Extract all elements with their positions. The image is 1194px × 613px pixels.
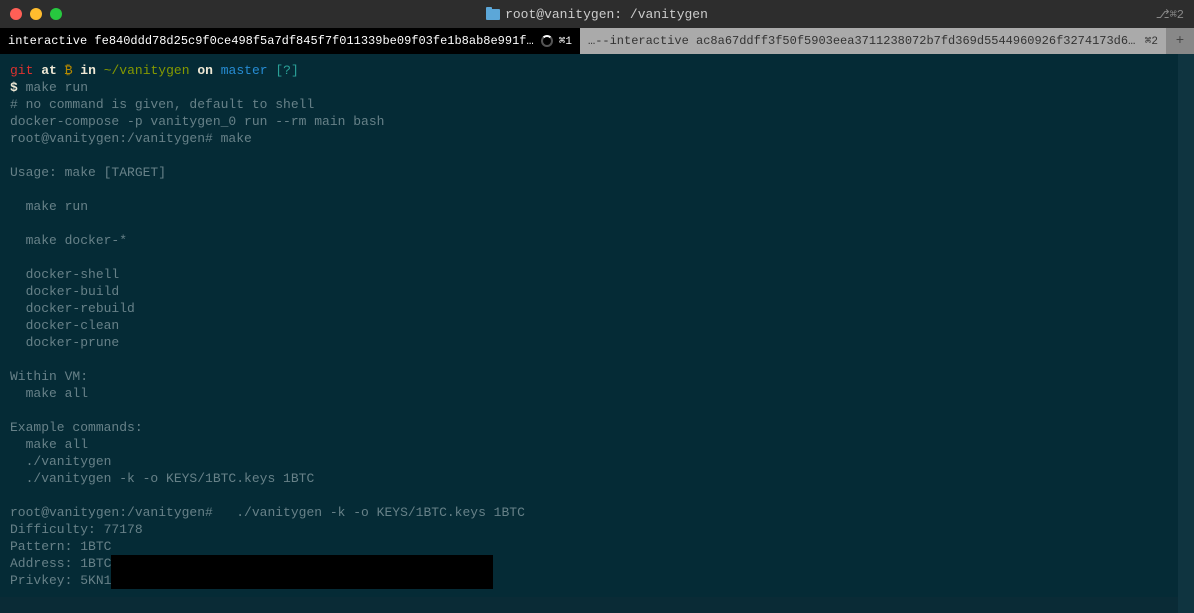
terminal-output-line [10, 181, 1184, 198]
terminal-output-line [10, 147, 1184, 164]
prompt-status: [?] [275, 63, 298, 78]
prompt-path: ~/vanitygen [104, 63, 190, 78]
terminal-content[interactable]: git at ₿ in ~/vanitygen on master [?] $ … [0, 54, 1194, 597]
prompt-on: on [197, 63, 213, 78]
redacted-address [111, 555, 493, 572]
scrollbar[interactable] [1178, 54, 1194, 613]
terminal-output-line: root@vanitygen:/vanitygen# make [10, 130, 1184, 147]
terminal-output-line [10, 351, 1184, 368]
terminal-output-line: Example commands: [10, 419, 1184, 436]
terminal-output-line: make docker-* [10, 232, 1184, 249]
terminal-output-line: docker-rebuild [10, 300, 1184, 317]
tab-active-shortcut: ⌘1 [559, 34, 572, 48]
tab-inactive-shortcut: ⌘2 [1145, 34, 1158, 48]
prompt-git: git [10, 63, 33, 78]
traffic-lights [10, 8, 62, 20]
terminal-output-line: make all [10, 385, 1184, 402]
new-tab-button[interactable]: + [1166, 28, 1194, 54]
prompt-branch: master [221, 63, 268, 78]
privkey-label: Privkey: 5KN1 [10, 572, 111, 589]
terminal-output-line [10, 215, 1184, 232]
tab-inactive[interactable]: …--interactive ac8a67ddff3f50f5903eea371… [580, 28, 1166, 54]
terminal-output-line: make run [10, 198, 1184, 215]
terminal-output-line: root@vanitygen:/vanitygen# ./vanitygen -… [10, 504, 1184, 521]
terminal-output-line [10, 402, 1184, 419]
terminal-output-line: # no command is given, default to shell [10, 96, 1184, 113]
close-window-button[interactable] [10, 8, 22, 20]
tab-active[interactable]: interactive fe840ddd78d25c9f0ce498f5a7df… [0, 28, 580, 54]
git-prompt-line: git at ₿ in ~/vanitygen on master [?] [10, 62, 1184, 79]
privkey-line: Privkey: 5KN1 [10, 572, 1184, 589]
prompt-at: at [41, 63, 57, 78]
window-title-bar: root@vanitygen: /vanitygen ⎇⌘2 [0, 0, 1194, 28]
prompt-dollar: $ [10, 80, 18, 95]
terminal-output-line: Usage: make [TARGET] [10, 164, 1184, 181]
terminal-output-line [10, 487, 1184, 504]
window-shortcut-indicator: ⎇⌘2 [1156, 7, 1184, 22]
tab-active-label: interactive fe840ddd78d25c9f0ce498f5a7df… [8, 34, 535, 48]
terminal-output-line: Pattern: 1BTC [10, 538, 1184, 555]
command-line-1: $ make run [10, 79, 1184, 96]
terminal-output-line: docker-shell [10, 266, 1184, 283]
terminal-output-line: ./vanitygen -k -o KEYS/1BTC.keys 1BTC [10, 470, 1184, 487]
minimize-window-button[interactable] [30, 8, 42, 20]
maximize-window-button[interactable] [50, 8, 62, 20]
terminal-output-line: Within VM: [10, 368, 1184, 385]
bitcoin-icon: ₿ [65, 63, 73, 78]
terminal-output-line: Difficulty: 77178 [10, 521, 1184, 538]
tab-bar: interactive fe840ddd78d25c9f0ce498f5a7df… [0, 28, 1194, 54]
window-title-text: root@vanitygen: /vanitygen [505, 7, 708, 22]
spinner-icon [541, 35, 553, 47]
tab-inactive-label: …--interactive ac8a67ddff3f50f5903eea371… [588, 34, 1139, 48]
terminal-output-line: docker-build [10, 283, 1184, 300]
terminal-output-line: docker-clean [10, 317, 1184, 334]
redacted-privkey [111, 572, 493, 589]
terminal-output-line: ./vanitygen [10, 453, 1184, 470]
terminal-output-line [10, 249, 1184, 266]
address-line: Address: 1BTC [10, 555, 1184, 572]
command-text: make run [26, 80, 88, 95]
terminal-output-line: docker-prune [10, 334, 1184, 351]
address-label: Address: 1BTC [10, 555, 111, 572]
folder-icon [486, 9, 500, 20]
window-title: root@vanitygen: /vanitygen [10, 7, 1184, 22]
prompt-in: in [80, 63, 96, 78]
terminal-output: # no command is given, default to shelld… [10, 96, 1184, 555]
terminal-output-line: docker-compose -p vanitygen_0 run --rm m… [10, 113, 1184, 130]
terminal-output-line: make all [10, 436, 1184, 453]
